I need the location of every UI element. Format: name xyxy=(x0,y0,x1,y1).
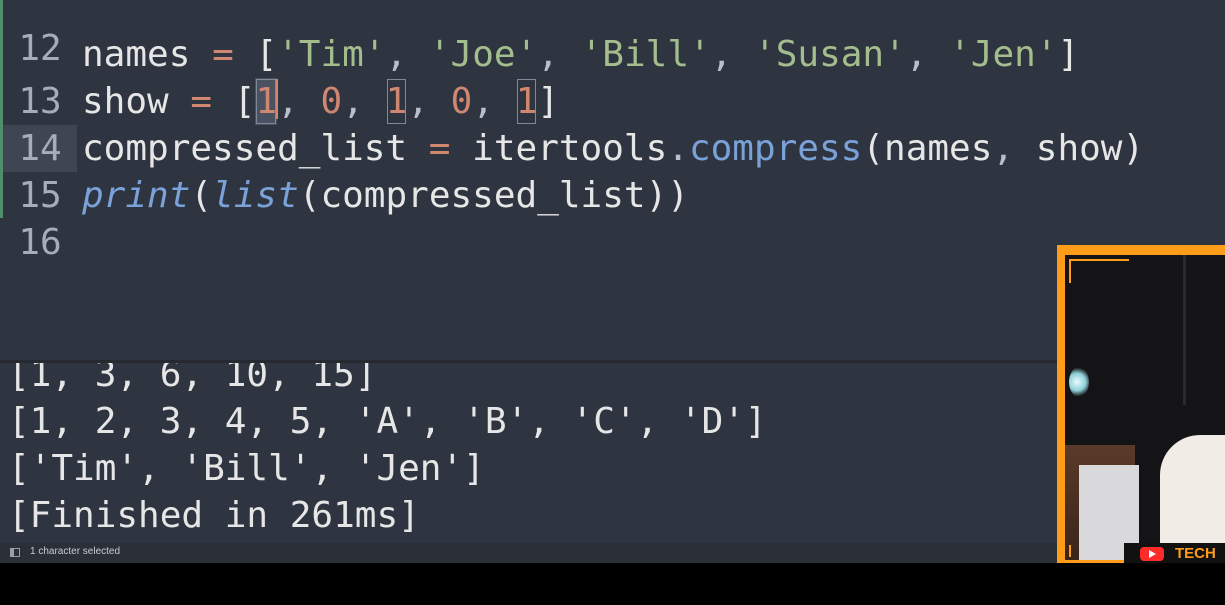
bracket-token: ] xyxy=(1057,34,1080,75)
status-bar: 1 character selected xyxy=(0,543,1225,563)
comma-token: , xyxy=(472,81,495,122)
code-text: compressed_list = itertools.compress(nam… xyxy=(82,125,1144,172)
operator-token: = xyxy=(190,81,213,122)
string-token: 'Jen' xyxy=(949,34,1058,75)
selected-number-token: 1 xyxy=(255,78,278,125)
argument-token: show xyxy=(1035,128,1123,169)
number-token: 0 xyxy=(450,81,473,122)
hud-corner-line xyxy=(1069,259,1071,283)
code-line-15[interactable]: 15 compressed_list = itertools.compress(… xyxy=(0,125,1225,216)
panel-toggle-icon[interactable] xyxy=(10,548,20,557)
code-text: show = [1, 0, 1, 0, 1] xyxy=(82,78,559,125)
builtin-function-token: print xyxy=(82,175,191,216)
variable-token: names xyxy=(82,34,191,75)
output-line: ['Tim', 'Bill', 'Jen'] xyxy=(8,448,485,489)
variable-token: compressed_list xyxy=(82,128,408,169)
variable-token: show xyxy=(82,81,169,122)
paren-token: ) xyxy=(667,175,689,216)
hud-corner-line xyxy=(1069,259,1129,261)
bracket-token: [ xyxy=(233,81,256,122)
bracket-token: [ xyxy=(255,34,278,75)
number-token: 0 xyxy=(320,81,343,122)
channel-badge-text: TECH xyxy=(1175,545,1216,562)
function-token: compress xyxy=(688,128,863,169)
argument-token: names xyxy=(884,128,993,169)
string-token: 'Joe' xyxy=(428,34,538,75)
comma-token: , xyxy=(277,81,299,122)
webcam-overlay xyxy=(1057,245,1225,563)
highlighted-number-token: 1 xyxy=(516,78,537,125)
comma-token: , xyxy=(992,128,1015,169)
string-token: 'Tim' xyxy=(277,34,386,75)
paren-token: ) xyxy=(1122,128,1145,169)
comma-token: , xyxy=(905,34,928,75)
webcam-video xyxy=(1065,255,1225,560)
code-line-16[interactable]: 16 print(list(compressed_list)) xyxy=(0,172,1225,263)
paren-token: ( xyxy=(862,128,885,169)
argument-token: compressed_list xyxy=(320,175,646,216)
comma-token: , xyxy=(537,34,559,75)
paren-token: ( xyxy=(190,175,213,216)
code-line-13[interactable]: 13 names = ['Tim', 'Joe', 'Bill', 'Susan… xyxy=(0,31,1225,122)
comma-token: , xyxy=(385,34,408,75)
youtube-icon xyxy=(1140,547,1164,561)
output-line: [Finished in 261ms] xyxy=(8,495,420,536)
string-token: 'Susan' xyxy=(754,34,906,75)
output-line: [1, 2, 3, 4, 5, 'A', 'B', 'C', 'D'] xyxy=(8,401,767,442)
person-shape xyxy=(1160,435,1225,560)
comma-token: , xyxy=(342,81,364,122)
comma-token: , xyxy=(407,81,429,122)
status-text: 1 character selected xyxy=(30,546,121,557)
code-line-12[interactable]: 12 xyxy=(0,0,1225,69)
module-token: itertools xyxy=(472,128,668,169)
tripod-shape xyxy=(1183,255,1186,405)
code-text: print(list(compressed_list)) xyxy=(82,172,689,219)
channel-badge: TECH xyxy=(1124,543,1225,563)
code-editor[interactable]: 12 13 names = ['Tim', 'Joe', 'Bill', 'Su… xyxy=(0,0,1225,360)
dot-token: . xyxy=(667,128,689,169)
code-line-14[interactable]: 14 show = [1, 0, 1, 0, 1] xyxy=(0,78,1225,172)
comma-token: , xyxy=(710,34,733,75)
letterbox-bar xyxy=(0,563,1225,605)
bracket-token: ] xyxy=(537,81,560,122)
code-text: names = ['Tim', 'Joe', 'Bill', 'Susan', … xyxy=(82,31,1079,78)
line-number: 16 xyxy=(18,222,62,263)
paren-token: ) xyxy=(645,175,668,216)
output-line: [1, 3, 6, 10, 15] xyxy=(8,363,377,395)
output-panel[interactable]: [1, 3, 6, 10, 15] [1, 2, 3, 4, 5, 'A', '… xyxy=(0,363,1225,543)
operator-token: = xyxy=(428,128,451,169)
operator-token: = xyxy=(212,34,234,75)
lamp-glow xyxy=(1069,367,1089,397)
paren-token: ( xyxy=(298,175,321,216)
string-token: 'Bill' xyxy=(580,34,711,75)
builtin-function-token: list xyxy=(212,175,299,216)
highlighted-number-token: 1 xyxy=(386,78,407,125)
hud-corner-line xyxy=(1069,545,1071,557)
